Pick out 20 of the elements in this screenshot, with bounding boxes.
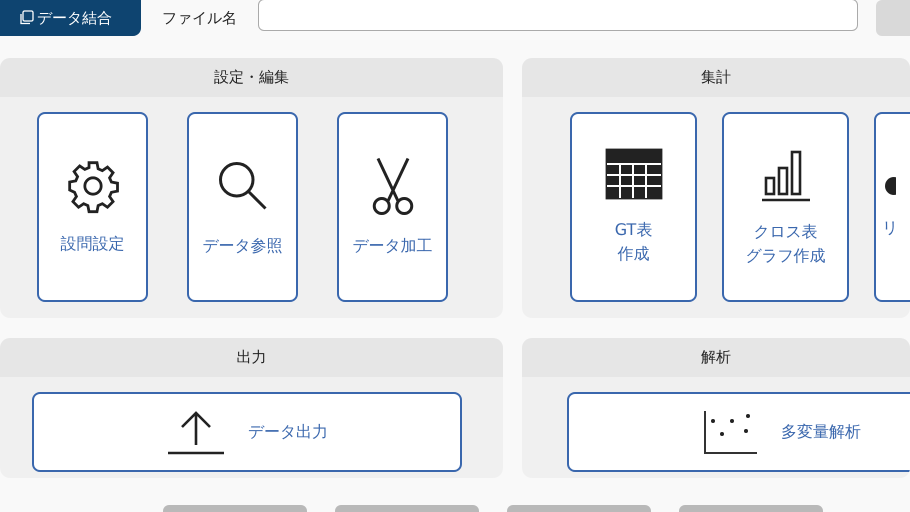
tool-button[interactable]: 設問設定 xyxy=(37,112,148,302)
tab[interactable]: データ結合 xyxy=(0,0,141,36)
tool-button[interactable]: データ加工 xyxy=(337,112,448,302)
panel-title: 設定・編集 xyxy=(0,58,503,97)
panel-title: 出力 xyxy=(0,338,503,377)
file-name-label: ファイル名 xyxy=(161,8,238,28)
table-icon xyxy=(604,148,662,200)
tool-button[interactable]: クロス表 グラフ作成 xyxy=(722,112,849,302)
copy-icon xyxy=(18,10,34,26)
toolbar-button[interactable] xyxy=(876,0,910,36)
panel-title: 集計 xyxy=(522,58,910,97)
tool-button[interactable]: 多変量解析 xyxy=(567,392,910,472)
tool-button[interactable]: リ xyxy=(874,112,910,302)
panel-title: 解析 xyxy=(522,338,910,377)
tool-button[interactable]: データ参照 xyxy=(187,112,298,302)
tool-button[interactable]: データ出力 xyxy=(32,392,462,472)
upload-icon xyxy=(166,409,226,455)
tool-button[interactable]: GT表 作成 xyxy=(570,112,697,302)
scatter-plot-icon xyxy=(703,409,759,455)
file-name-field[interactable] xyxy=(258,0,858,31)
